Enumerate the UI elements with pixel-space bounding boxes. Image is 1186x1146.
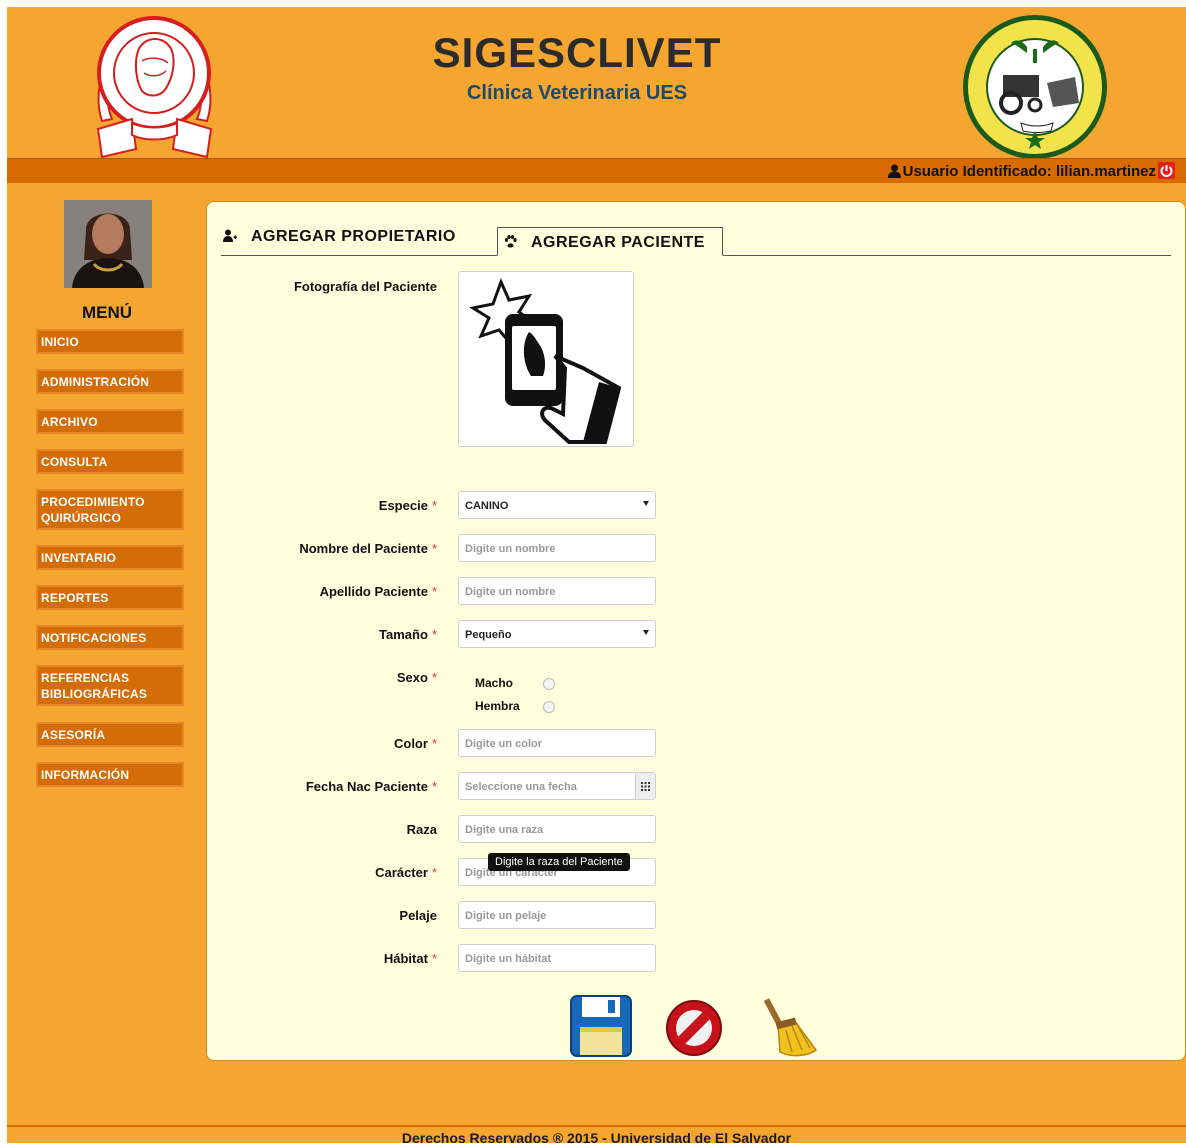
color-label: Color * — [393, 736, 437, 751]
menu-item-asesoria[interactable]: ASESORÍA — [36, 722, 184, 747]
menu-item-inicio[interactable]: INICIO — [36, 329, 184, 354]
sexo-macho-label: Macho — [475, 676, 514, 690]
pelaje-input[interactable]: Digite un pelaje — [458, 901, 656, 929]
phone-camera-icon — [469, 277, 622, 444]
sexo-label: Sexo * — [396, 670, 437, 685]
user-identified-text: Usuario Identificado: lilian.martinez — [902, 163, 1156, 180]
broom-icon — [763, 998, 818, 1057]
photo-label: Fotografía del Paciente — [293, 279, 437, 294]
save-icon — [570, 995, 632, 1057]
save-button[interactable] — [570, 995, 632, 1062]
menu-item-reportes[interactable]: REPORTES — [36, 585, 184, 610]
footer: Derechos Reservados ® 2015 - Universidad… — [7, 1125, 1186, 1146]
menu-item-procedimiento-quirurgico[interactable]: PROCEDIMIENTO QUIRÚRGICO — [36, 489, 184, 530]
tamano-select[interactable]: Pequeño — [458, 620, 656, 648]
tamano-label: Tamaño * — [379, 627, 437, 642]
faculty-logo — [963, 15, 1107, 159]
especie-value: CANINO — [465, 500, 509, 512]
paw-icon — [504, 235, 517, 248]
especie-select[interactable]: CANINO — [458, 491, 656, 519]
especie-label: Especie * — [378, 498, 437, 513]
logout-button[interactable] — [1158, 162, 1175, 179]
header: SIGESCLIVET Clínica Veterinaria UES — [7, 7, 1186, 159]
menu-item-informacion[interactable]: INFORMACIÓN — [36, 762, 184, 787]
power-icon — [1160, 165, 1173, 177]
tab-agregar-paciente[interactable]: AGREGAR PACIENTE — [497, 227, 723, 256]
menu-item-consulta[interactable]: CONSULTA — [36, 449, 184, 474]
tab-agregar-paciente-label: AGREGAR PACIENTE — [531, 234, 705, 251]
tamano-value: Pequeño — [465, 629, 512, 641]
menu-item-notificaciones[interactable]: NOTIFICACIONES — [36, 625, 184, 650]
footer-text: Derechos Reservados ® 2015 - Universidad… — [401, 1130, 792, 1146]
sexo-hembra-radio[interactable] — [543, 701, 555, 713]
calendar-icon — [641, 782, 650, 791]
user-info: Usuario Identificado: lilian.martinez — [887, 163, 1156, 180]
nombre-label: Nombre del Paciente * — [299, 541, 437, 556]
fecha-placeholder: Seleccione una fecha — [465, 781, 577, 793]
fecha-label: Fecha Nac Paciente * — [305, 779, 437, 794]
habitat-input[interactable]: Digite un hábitat — [458, 944, 656, 972]
main-panel: AGREGAR PROPIETARIO AGREGAR PACIENTE Fot… — [206, 201, 1186, 1061]
calendar-button[interactable] — [635, 773, 655, 799]
color-input[interactable]: Digite un color — [458, 729, 656, 757]
fecha-input[interactable]: Seleccione una fecha — [458, 772, 656, 800]
habitat-label: Hábitat * — [383, 951, 437, 966]
cancel-icon — [666, 1000, 722, 1056]
sexo-macho-radio[interactable] — [543, 678, 555, 690]
chevron-down-icon — [643, 630, 649, 635]
avatar — [64, 200, 152, 288]
tab-agregar-propietario[interactable]: AGREGAR PROPIETARIO — [223, 228, 456, 256]
menu-title: MENÚ — [81, 303, 133, 322]
user-bar: Usuario Identificado: lilian.martinez — [7, 158, 1186, 183]
user-icon — [887, 164, 901, 178]
tab-agregar-propietario-label: AGREGAR PROPIETARIO — [251, 228, 456, 245]
menu-item-archivo[interactable]: ARCHIVO — [36, 409, 184, 434]
menu-item-referencias[interactable]: REFERENCIAS BIBLIOGRÁFICAS — [36, 665, 184, 706]
menu-item-administracion[interactable]: ADMINISTRACIÓN — [36, 369, 184, 394]
caracter-label: Carácter * — [375, 865, 437, 880]
apellido-label: Apellido Paciente * — [319, 584, 437, 599]
raza-tooltip: Digite la raza del Paciente — [488, 853, 630, 871]
sexo-hembra-label: Hembra — [475, 699, 520, 713]
raza-label: Raza — [406, 822, 437, 837]
clear-button[interactable] — [762, 998, 820, 1063]
nombre-input[interactable]: Digite un nombre — [458, 534, 656, 562]
apellido-input[interactable]: Digite un nombre — [458, 577, 656, 605]
page-frame: SIGESCLIVET Clínica Veterinaria UES Usua… — [7, 7, 1186, 1146]
chevron-down-icon — [643, 501, 649, 506]
pelaje-label: Pelaje — [399, 908, 437, 923]
raza-input[interactable]: Digite una raza — [458, 815, 656, 843]
add-user-icon — [223, 229, 237, 242]
patient-photo-upload[interactable] — [458, 271, 634, 447]
cancel-button[interactable] — [665, 999, 723, 1062]
menu-item-inventario[interactable]: INVENTARIO — [36, 545, 184, 570]
